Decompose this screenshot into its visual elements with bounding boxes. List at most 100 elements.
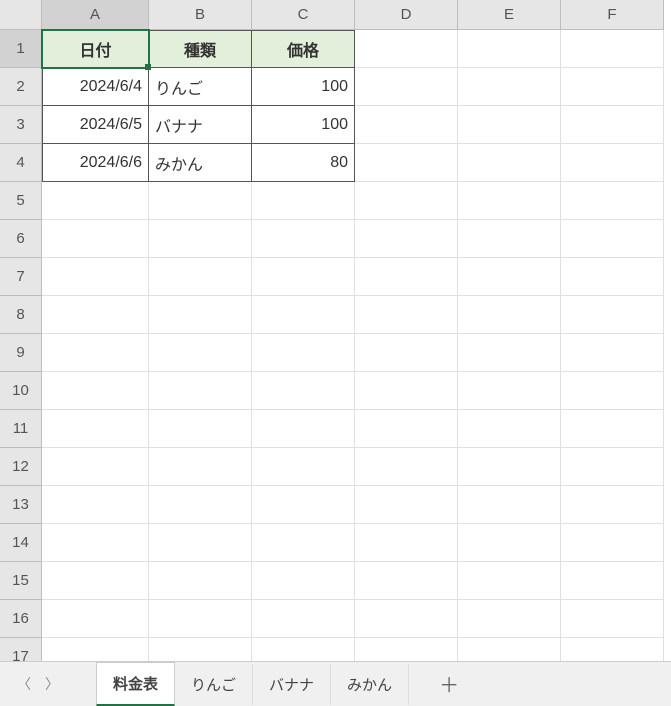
cell-F5[interactable] — [561, 182, 664, 220]
cell-B4[interactable]: みかん — [149, 144, 252, 182]
cell-D3[interactable] — [355, 106, 458, 144]
cell-E1[interactable] — [458, 30, 561, 68]
cell-C2[interactable]: 100 — [252, 68, 355, 106]
cell-C16[interactable] — [252, 600, 355, 638]
add-sheet-button[interactable]: ＋ — [429, 665, 469, 702]
cell-F4[interactable] — [561, 144, 664, 182]
cell-C9[interactable] — [252, 334, 355, 372]
cell-E2[interactable] — [458, 68, 561, 106]
cell-B15[interactable] — [149, 562, 252, 600]
cell-D13[interactable] — [355, 486, 458, 524]
cell-B7[interactable] — [149, 258, 252, 296]
cell-D5[interactable] — [355, 182, 458, 220]
cell-B11[interactable] — [149, 410, 252, 448]
cell-D12[interactable] — [355, 448, 458, 486]
cell-E5[interactable] — [458, 182, 561, 220]
cell-C10[interactable] — [252, 372, 355, 410]
cell-F15[interactable] — [561, 562, 664, 600]
cell-A1[interactable]: 日付 — [42, 30, 149, 68]
cell-D7[interactable] — [355, 258, 458, 296]
cell-B13[interactable] — [149, 486, 252, 524]
cell-E4[interactable] — [458, 144, 561, 182]
cell-E10[interactable] — [458, 372, 561, 410]
row-header-3[interactable]: 3 — [0, 106, 42, 144]
cell-A8[interactable] — [42, 296, 149, 334]
column-header-B[interactable]: B — [149, 0, 252, 30]
cell-A14[interactable] — [42, 524, 149, 562]
cell-D9[interactable] — [355, 334, 458, 372]
cell-C3[interactable]: 100 — [252, 106, 355, 144]
cell-E14[interactable] — [458, 524, 561, 562]
cell-A13[interactable] — [42, 486, 149, 524]
cell-C1[interactable]: 価格 — [252, 30, 355, 68]
sheet-tab-2[interactable]: バナナ — [253, 664, 331, 705]
cell-C11[interactable] — [252, 410, 355, 448]
cell-A7[interactable] — [42, 258, 149, 296]
cell-B8[interactable] — [149, 296, 252, 334]
row-header-8[interactable]: 8 — [0, 296, 42, 334]
row-header-1[interactable]: 1 — [0, 30, 42, 68]
cell-F13[interactable] — [561, 486, 664, 524]
column-header-D[interactable]: D — [355, 0, 458, 30]
cell-E15[interactable] — [458, 562, 561, 600]
cell-D8[interactable] — [355, 296, 458, 334]
cell-B1[interactable]: 種類 — [149, 30, 252, 68]
cell-C15[interactable] — [252, 562, 355, 600]
row-header-16[interactable]: 16 — [0, 600, 42, 638]
cell-A6[interactable] — [42, 220, 149, 258]
row-header-13[interactable]: 13 — [0, 486, 42, 524]
cell-A5[interactable] — [42, 182, 149, 220]
cell-A11[interactable] — [42, 410, 149, 448]
row-header-9[interactable]: 9 — [0, 334, 42, 372]
cell-D11[interactable] — [355, 410, 458, 448]
cell-D16[interactable] — [355, 600, 458, 638]
cell-B3[interactable]: バナナ — [149, 106, 252, 144]
cell-F10[interactable] — [561, 372, 664, 410]
cell-E8[interactable] — [458, 296, 561, 334]
row-header-6[interactable]: 6 — [0, 220, 42, 258]
cell-A4[interactable]: 2024/6/6 — [42, 144, 149, 182]
column-header-C[interactable]: C — [252, 0, 355, 30]
column-header-A[interactable]: A — [42, 0, 149, 30]
cell-D4[interactable] — [355, 144, 458, 182]
cell-E16[interactable] — [458, 600, 561, 638]
cell-F14[interactable] — [561, 524, 664, 562]
cell-B12[interactable] — [149, 448, 252, 486]
cell-D1[interactable] — [355, 30, 458, 68]
row-header-5[interactable]: 5 — [0, 182, 42, 220]
row-header-4[interactable]: 4 — [0, 144, 42, 182]
cell-A9[interactable] — [42, 334, 149, 372]
cell-A3[interactable]: 2024/6/5 — [42, 106, 149, 144]
cell-F9[interactable] — [561, 334, 664, 372]
cell-C8[interactable] — [252, 296, 355, 334]
tab-nav-prev[interactable]: 〈 — [10, 670, 38, 698]
cell-E13[interactable] — [458, 486, 561, 524]
cell-E12[interactable] — [458, 448, 561, 486]
cell-F6[interactable] — [561, 220, 664, 258]
select-all-corner[interactable] — [0, 0, 42, 30]
column-header-F[interactable]: F — [561, 0, 664, 30]
tab-nav-next[interactable]: 〉 — [38, 670, 66, 698]
cell-B16[interactable] — [149, 600, 252, 638]
cell-F8[interactable] — [561, 296, 664, 334]
cell-F16[interactable] — [561, 600, 664, 638]
cell-C7[interactable] — [252, 258, 355, 296]
cell-C12[interactable] — [252, 448, 355, 486]
cell-B9[interactable] — [149, 334, 252, 372]
row-header-10[interactable]: 10 — [0, 372, 42, 410]
cell-B5[interactable] — [149, 182, 252, 220]
cell-D10[interactable] — [355, 372, 458, 410]
cell-F12[interactable] — [561, 448, 664, 486]
row-header-11[interactable]: 11 — [0, 410, 42, 448]
cell-C4[interactable]: 80 — [252, 144, 355, 182]
row-header-15[interactable]: 15 — [0, 562, 42, 600]
cell-E11[interactable] — [458, 410, 561, 448]
cell-D2[interactable] — [355, 68, 458, 106]
row-header-2[interactable]: 2 — [0, 68, 42, 106]
cell-A12[interactable] — [42, 448, 149, 486]
row-header-12[interactable]: 12 — [0, 448, 42, 486]
cell-B6[interactable] — [149, 220, 252, 258]
sheet-tab-0[interactable]: 料金表 — [96, 662, 175, 706]
cell-A16[interactable] — [42, 600, 149, 638]
cell-E7[interactable] — [458, 258, 561, 296]
